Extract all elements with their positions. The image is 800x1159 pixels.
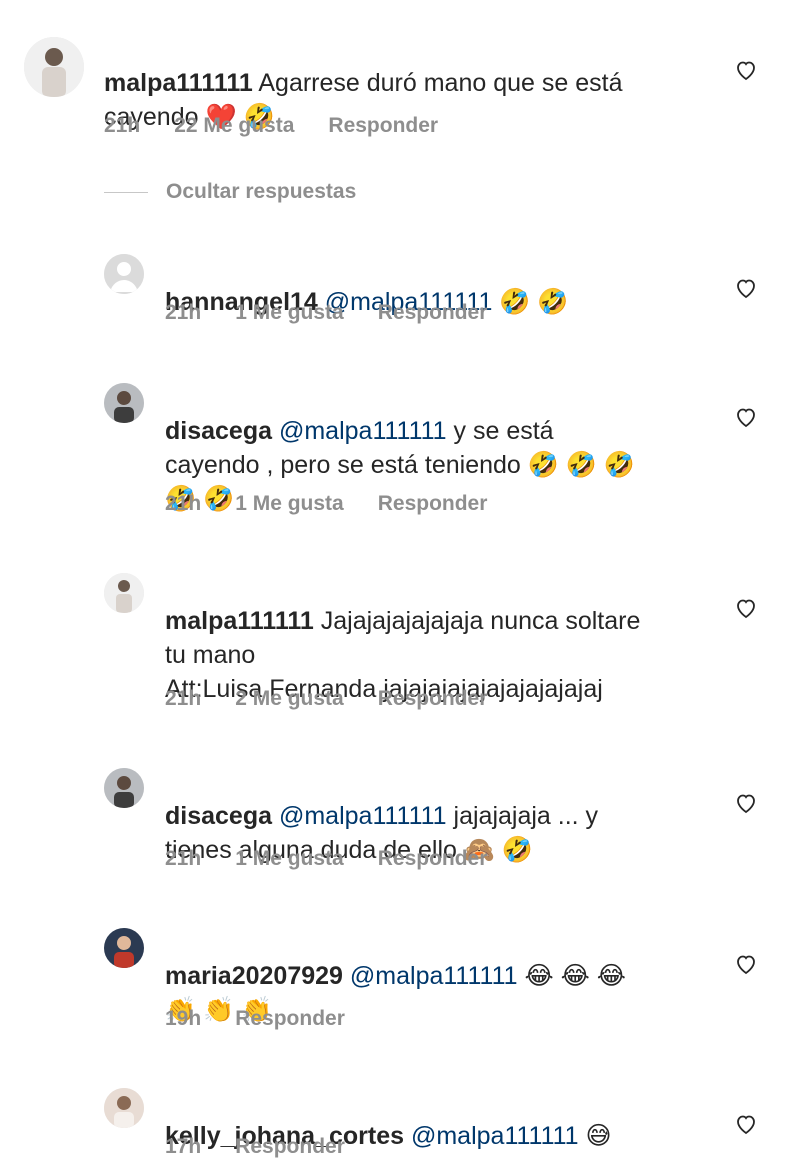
comment-time: 21h xyxy=(165,301,202,324)
like-heart-icon[interactable] xyxy=(734,405,758,429)
like-heart-icon[interactable] xyxy=(734,952,758,976)
reply-button[interactable]: Responder xyxy=(235,1135,345,1159)
hide-replies-label[interactable]: Ocultar respuestas xyxy=(166,180,356,204)
comment-username[interactable]: maria20207929 xyxy=(165,962,343,990)
comment-time: 17h xyxy=(165,1135,202,1158)
reply-button[interactable]: Responder xyxy=(378,301,488,325)
comment-username[interactable]: malpa111111 xyxy=(165,607,314,635)
avatar[interactable] xyxy=(104,383,144,423)
comment-time: 21h xyxy=(165,687,202,710)
reply-button[interactable]: Responder xyxy=(378,492,488,516)
avatar[interactable] xyxy=(104,573,144,613)
avatar[interactable] xyxy=(104,1088,144,1128)
like-heart-icon[interactable] xyxy=(734,276,758,300)
comment-username[interactable]: malpa111111 xyxy=(104,69,253,97)
comment-meta: 19h Responder xyxy=(165,1007,379,1031)
reply-button[interactable]: Responder xyxy=(378,687,488,711)
comment-meta: 21h 1 Me gusta Responder xyxy=(165,301,521,325)
divider xyxy=(104,191,148,193)
comment-time: 21h xyxy=(104,114,141,137)
avatar[interactable] xyxy=(24,37,84,97)
comment-body: 😅 xyxy=(578,1122,612,1150)
comment-meta: 21h 1 Me gusta Responder xyxy=(165,492,521,516)
comment-meta: 21h 1 Me gusta Responder xyxy=(165,847,521,871)
comment-username[interactable]: disacega xyxy=(165,802,272,830)
like-heart-icon[interactable] xyxy=(734,791,758,815)
mention-link[interactable]: @malpa111111 xyxy=(279,417,447,445)
like-heart-icon[interactable] xyxy=(734,1112,758,1136)
comment-likes[interactable]: 2 Me gusta xyxy=(235,687,344,711)
reply-button[interactable]: Responder xyxy=(378,847,488,871)
comment-time: 21h xyxy=(165,847,202,870)
comment-time: 19h xyxy=(165,1007,202,1030)
comment-likes[interactable]: 1 Me gusta xyxy=(235,492,344,516)
comment-meta: 21h 2 Me gusta Responder xyxy=(165,687,521,711)
comment-likes[interactable]: 1 Me gusta xyxy=(235,847,344,871)
avatar[interactable] xyxy=(104,928,144,968)
comment-meta: 21h 22 Me gusta Responder xyxy=(104,114,472,138)
comment-likes[interactable]: 22 Me gusta xyxy=(174,114,294,138)
comment-time: 21h xyxy=(165,492,202,515)
comment-likes[interactable]: 1 Me gusta xyxy=(235,301,344,325)
comment-text: malpa111111 Jajajajajajajaja nunca solta… xyxy=(165,570,640,706)
like-heart-icon[interactable] xyxy=(734,58,758,82)
mention-link[interactable]: @malpa111111 xyxy=(411,1122,579,1150)
hide-replies-toggle[interactable]: Ocultar respuestas xyxy=(104,180,356,204)
comment-username[interactable]: disacega xyxy=(165,417,272,445)
avatar[interactable] xyxy=(104,768,144,808)
mention-link[interactable]: @malpa111111 xyxy=(350,962,518,990)
default-avatar[interactable] xyxy=(104,254,144,294)
like-heart-icon[interactable] xyxy=(734,596,758,620)
mention-link[interactable]: @malpa111111 xyxy=(279,802,447,830)
reply-button[interactable]: Responder xyxy=(235,1007,345,1031)
reply-button[interactable]: Responder xyxy=(328,114,438,138)
comment-meta: 17h Responder xyxy=(165,1135,379,1159)
